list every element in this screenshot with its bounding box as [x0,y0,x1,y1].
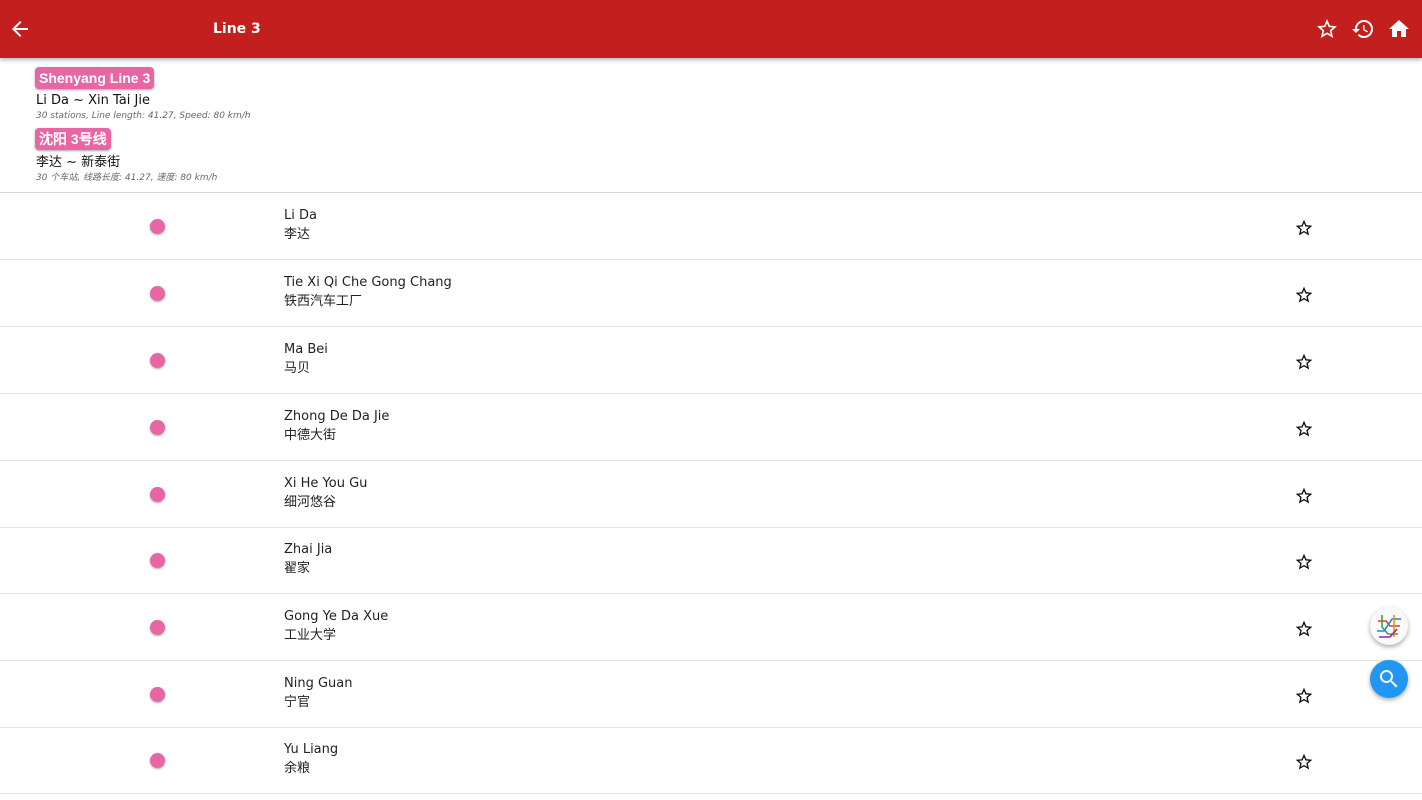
page-title: Line 3 [213,21,261,37]
station-name-zh: 细河悠谷 [284,495,337,510]
star-outline-icon[interactable] [1294,352,1314,372]
star-outline-icon[interactable] [1294,486,1314,506]
station-name-zh: 余粮 [284,761,311,776]
line-header: Shenyang Line 3 Li Da ~ Xin Tai Jie 30 s… [0,58,1422,193]
station-name-zh: 翟家 [284,561,311,576]
station-name-zh: 宁官 [284,695,311,710]
star-outline-icon[interactable] [1294,552,1314,572]
station-row[interactable]: Xi He You Gu 细河悠谷 [0,461,1422,528]
station-row[interactable]: Ma Bei 马贝 [0,327,1422,394]
station-row[interactable]: Gong Ye Da Xue 工业大学 [0,594,1422,661]
station-row[interactable]: Zhong De Da Jie 中德大街 [0,394,1422,461]
star-outline-icon[interactable] [1294,419,1314,439]
app-bar: Line 3 [0,0,1422,58]
line-color-dot [150,620,165,635]
line-color-dot [150,753,165,768]
station-row[interactable]: Yu Liang 余粮 [0,727,1422,794]
station-name-en: Zhai Jia [284,542,333,557]
search-icon [1380,670,1398,688]
favorite-star-icon[interactable] [1315,17,1339,41]
line-meta-en: 30 stations, Line length: 41.27, Speed: … [36,111,251,121]
line-color-dot [150,353,165,368]
star-outline-icon[interactable] [1294,752,1314,772]
line-color-dot [150,487,165,502]
line-color-dot [150,420,165,435]
station-row[interactable]: Li Da 李达 [0,193,1422,260]
line-meta-zh: 30 个车站, 线路长度: 41.27, 速度: 80 km/h [36,173,218,183]
line-color-dot [150,553,165,568]
station-name-en: Yu Liang [284,742,339,757]
line-color-dot [150,687,165,702]
station-name-en: Xi He You Gu [284,476,368,491]
subway-map-icon [1377,615,1401,638]
station-row[interactable]: Tie Xi Qi Che Gong Chang 铁西汽车工厂 [0,260,1422,327]
line-color-dot [150,219,165,234]
line-color-dot [150,286,165,301]
station-name-zh: 李达 [284,227,311,242]
station-name-zh: 中德大街 [284,428,337,443]
star-outline-icon[interactable] [1294,619,1314,639]
station-name-en: Tie Xi Qi Che Gong Chang [284,275,452,290]
station-name-zh: 铁西汽车工厂 [284,294,363,309]
station-row[interactable]: Zhai Jia 翟家 [0,527,1422,594]
line-badge-zh: 沈阳 3号线 [35,128,111,150]
search-button[interactable] [1370,660,1408,698]
line-route-en: Li Da ~ Xin Tai Jie [36,93,150,108]
station-name-zh: 工业大学 [284,628,337,643]
star-outline-icon[interactable] [1294,285,1314,305]
station-name-en: Zhong De Da Jie [284,409,390,424]
line-badge-en: Shenyang Line 3 [35,67,155,89]
station-name-en: Ning Guan [284,676,353,691]
line-route-zh: 李达 ~ 新泰街 [36,155,121,170]
station-name-en: Li Da [284,208,317,223]
station-name-en: Ma Bei [284,342,328,357]
subway-map-button[interactable] [1370,607,1408,645]
station-name-en: Gong Ye Da Xue [284,609,389,624]
star-outline-icon[interactable] [1294,218,1314,238]
station-row[interactable]: Ning Guan 宁官 [0,661,1422,728]
station-name-zh: 马贝 [284,361,311,376]
star-outline-icon[interactable] [1294,686,1314,706]
history-icon[interactable] [1351,17,1375,41]
back-arrow-icon[interactable] [8,17,32,41]
home-icon[interactable] [1387,17,1411,41]
